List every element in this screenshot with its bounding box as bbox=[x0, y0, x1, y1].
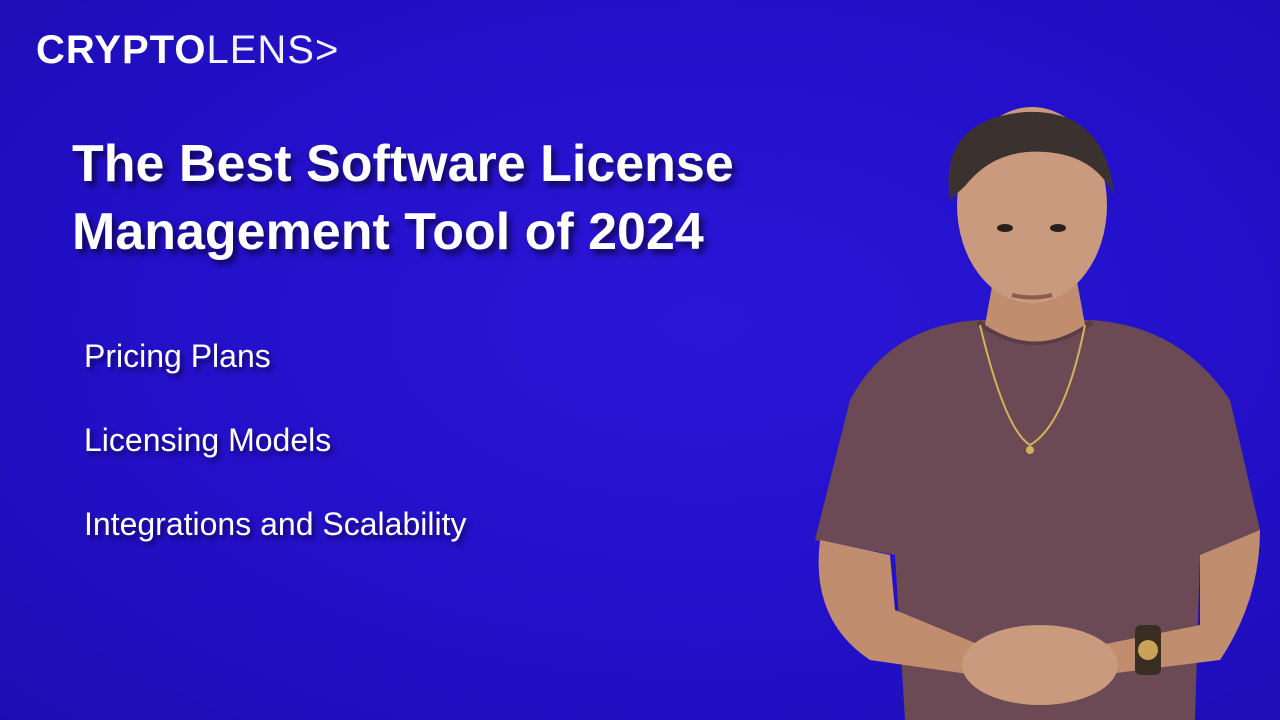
right-eye bbox=[1050, 224, 1066, 232]
hands bbox=[962, 625, 1118, 705]
topic-item-integrations: Integrations and Scalability bbox=[84, 506, 467, 542]
topic-list: Pricing Plans Licensing Models Integrati… bbox=[84, 336, 466, 588]
presenter-image bbox=[815, 107, 1260, 720]
topic-item-pricing: Pricing Plans bbox=[84, 338, 271, 374]
video-title: The Best Software License Management Too… bbox=[72, 130, 892, 266]
topic-item-licensing: Licensing Models bbox=[84, 422, 332, 458]
cryptolens-logo: CRYPTOLENS> bbox=[36, 26, 339, 74]
logo-bold: CRYPTO bbox=[36, 28, 207, 72]
logo-light: LENS> bbox=[206, 28, 340, 72]
title-line-1: The Best Software License bbox=[72, 135, 734, 193]
watch-face bbox=[1138, 640, 1158, 660]
necklace-pendant bbox=[1026, 446, 1034, 454]
title-line-2: Management Tool of 2024 bbox=[72, 203, 704, 261]
left-eye bbox=[997, 224, 1013, 232]
